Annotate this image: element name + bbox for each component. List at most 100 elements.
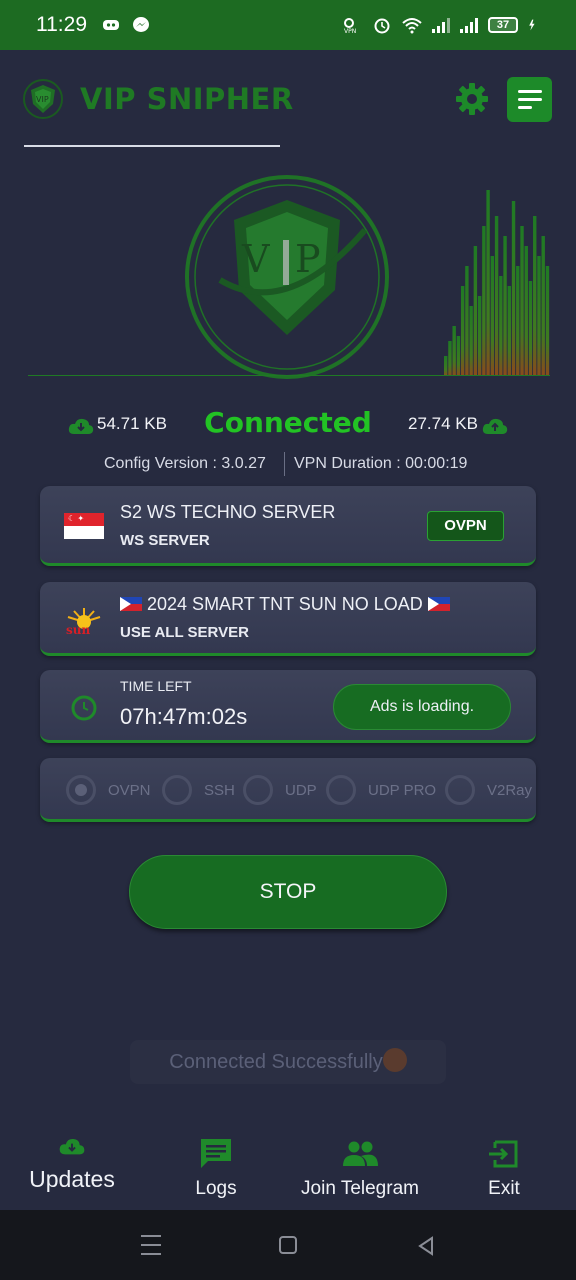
vip-emblem-logo: V P [185, 175, 389, 379]
philippines-flag-icon [427, 597, 450, 611]
sun-cellular-logo: sun [66, 608, 101, 636]
graph-bar [533, 216, 537, 376]
alarm-icon [374, 18, 390, 34]
protocol-label: V2Ray [487, 781, 533, 799]
nav-updates[interactable]: Updates [22, 1136, 122, 1193]
config-version: Config Version : 3.0.27 [104, 455, 266, 472]
graph-bar [448, 341, 452, 376]
graph-bar [456, 336, 461, 376]
protocol-option-udp[interactable]: UDP [243, 774, 317, 806]
graph-bar [460, 286, 465, 376]
graph-bar [465, 266, 469, 376]
graph-bar [503, 236, 507, 376]
info-row: Config Version : 3.0.27 VPN Duration : 0… [0, 452, 576, 478]
toast-text: Connected Successfully [169, 1051, 383, 1073]
stop-button[interactable]: STOP [129, 855, 447, 929]
status-bar: 11:29 VPN 37 [0, 0, 576, 50]
time-left-label: TIME LEFT [120, 678, 192, 694]
graph-bar [524, 246, 528, 376]
bottom-navigation: Updates Logs Join Telegram Exit [0, 1130, 576, 1210]
svg-text:VIP: VIP [36, 95, 49, 104]
graph-bar [516, 266, 520, 376]
add-time-ads-button[interactable]: Ads is loading. [333, 684, 511, 730]
server-select-card[interactable]: ☾ ✦ S2 WS TECHNO SERVER WS SERVER OVPN [40, 486, 536, 566]
stats-row: 54.71 KB Connected 27.74 KB [0, 400, 576, 450]
gear-icon[interactable] [455, 82, 489, 116]
home-icon[interactable] [279, 1236, 297, 1254]
graph-bar [537, 256, 541, 376]
vpn-key-icon: VPN [344, 18, 356, 34]
protocol-badge: OVPN [427, 511, 504, 541]
upload-cloud-icon [482, 418, 508, 434]
nav-logs-label: Logs [195, 1178, 237, 1199]
protocol-label: UDP [285, 781, 317, 799]
exit-icon [489, 1140, 518, 1168]
nav-join-telegram[interactable]: Join Telegram [286, 1136, 434, 1200]
info-divider [284, 452, 285, 476]
protocol-option-v2ray[interactable]: V2Ray [445, 774, 532, 806]
singapore-flag-icon: ☾ ✦ [64, 513, 104, 539]
discord-icon [103, 20, 119, 30]
toast-message: Connected Successfully [130, 1040, 446, 1084]
back-icon[interactable] [416, 1236, 436, 1256]
network-select-card[interactable]: sun 2024 SMART TNT SUN NO LOAD USE ALL S… [40, 582, 536, 656]
clock-icon [71, 695, 97, 721]
protocol-option-ovpn[interactable]: OVPN [66, 774, 151, 806]
svg-text:sun: sun [66, 623, 90, 636]
battery-icon: 37 [488, 17, 518, 33]
graph-bar [541, 236, 545, 376]
charging-icon [529, 19, 535, 31]
graph-bar [507, 286, 511, 376]
app-title: VIP SNIPHER [80, 82, 294, 116]
nav-logs[interactable]: Logs [180, 1136, 252, 1200]
graph-bar [486, 190, 490, 376]
svg-text:V: V [241, 237, 270, 281]
network-name-text: 2024 SMART TNT SUN NO LOAD [147, 594, 423, 614]
protocol-selector: OVPN SSH UDP UDP PRO V2Ray [40, 758, 536, 822]
network-name: 2024 SMART TNT SUN NO LOAD [120, 594, 450, 615]
radio-button[interactable] [66, 775, 96, 805]
status-time: 11:29 [36, 13, 87, 36]
radio-button[interactable] [326, 775, 356, 805]
wifi-icon [402, 18, 422, 34]
nav-telegram-label: Join Telegram [301, 1178, 419, 1199]
graph-bar [477, 296, 482, 376]
protocol-option-udp-pro[interactable]: UDP PRO [326, 774, 436, 806]
graph-bar [511, 201, 516, 376]
graph-bar [444, 356, 448, 376]
menu-button[interactable] [507, 77, 552, 122]
protocol-label: OVPN [108, 781, 151, 799]
graph-bar [473, 246, 478, 376]
graph-bar [469, 306, 473, 376]
svg-text:P: P [295, 237, 321, 281]
protocol-option-ssh[interactable]: SSH [162, 774, 235, 806]
graph-bar [520, 226, 524, 376]
chat-log-icon [201, 1139, 231, 1168]
time-left-value: 07h:47m:02s [120, 704, 248, 729]
system-navigation-bar [0, 1210, 576, 1280]
radio-button[interactable] [445, 775, 475, 805]
signal-icon-2 [460, 17, 478, 33]
emoji-icon [382, 1048, 407, 1072]
graph-bar [452, 326, 456, 376]
svg-text:VPN: VPN [344, 28, 356, 34]
header-underline [24, 145, 280, 147]
server-name: S2 WS TECHNO SERVER [120, 502, 336, 522]
graph-bar [545, 266, 550, 376]
messenger-icon [133, 17, 149, 32]
nav-updates-label: Updates [29, 1166, 115, 1192]
upload-total: 27.74 KB [408, 414, 478, 433]
radio-button[interactable] [243, 775, 273, 805]
nav-exit[interactable]: Exit [478, 1136, 530, 1200]
app-logo: VIP [23, 79, 63, 119]
time-left-card: TIME LEFT 07h:47m:02s Ads is loading. [40, 670, 536, 743]
radio-button[interactable] [162, 775, 192, 805]
graph-baseline [28, 375, 550, 376]
graph-bar [494, 216, 499, 376]
graph-bar [499, 276, 503, 376]
cloud-download-icon [59, 1138, 85, 1155]
app-header: VIP VIP SNIPHER [0, 60, 576, 150]
philippines-flag-icon [120, 597, 142, 611]
vpn-duration: VPN Duration : 00:00:19 [294, 455, 468, 472]
recent-apps-icon[interactable] [141, 1235, 161, 1255]
